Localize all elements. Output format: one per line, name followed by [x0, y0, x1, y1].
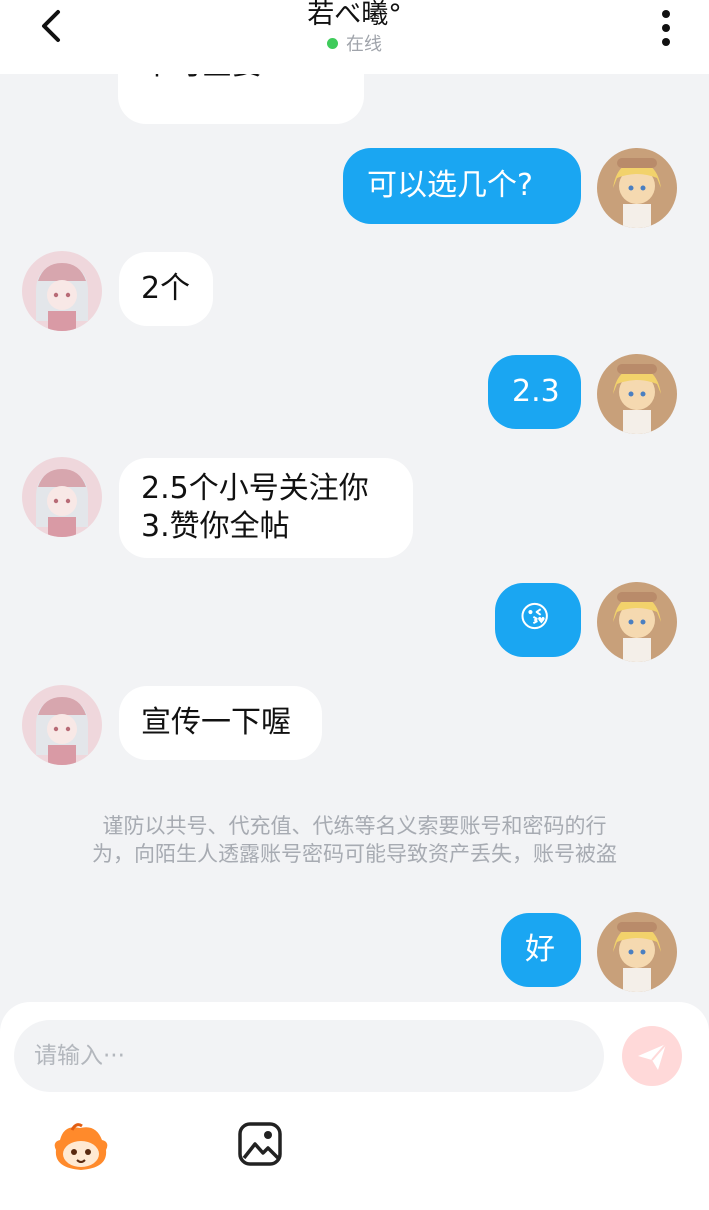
safety-notice: 谨防以共号、代充值、代练等名义索要账号和密码的行 为，向陌生人透露账号密码可能导… — [40, 812, 669, 868]
message-text: 不可全要 — [142, 74, 262, 84]
message-text: 2.3 — [512, 374, 560, 409]
avatar-self[interactable] — [597, 912, 677, 992]
message-bubble-incoming[interactable]: 不可全要 — [118, 74, 364, 124]
avatar-contact[interactable] — [22, 457, 102, 537]
avatar-contact[interactable] — [22, 251, 102, 331]
chat-header: 若べ曦° 在线 — [0, 0, 709, 74]
avatar-self[interactable] — [597, 354, 677, 434]
sticker-button[interactable] — [50, 1120, 112, 1176]
image-button[interactable] — [236, 1120, 298, 1176]
message-text-line: 3.赞你全帖 — [141, 509, 290, 544]
message-text-line: 2.5个小号关注你 — [141, 471, 369, 506]
avatar-contact[interactable] — [22, 685, 102, 765]
more-vertical-icon — [662, 10, 670, 46]
message-text: 宣传一下喔 — [141, 705, 291, 740]
online-status: 在线 — [0, 34, 709, 56]
online-status-label: 在线 — [346, 34, 382, 55]
message-text: 好 — [525, 932, 555, 967]
message-bubble-outgoing[interactable]: 2.3 — [488, 355, 581, 429]
message-bubble-outgoing[interactable]: 😘 — [495, 583, 581, 657]
mascot-sticker-icon — [54, 1123, 108, 1170]
safety-notice-line: 谨防以共号、代充值、代练等名义索要账号和密码的行 — [102, 814, 607, 838]
message-input[interactable] — [14, 1020, 604, 1092]
message-text: 可以选几个? — [367, 168, 533, 203]
send-button[interactable] — [622, 1026, 682, 1086]
safety-notice-line: 为，向陌生人透露账号密码可能导致资产丢失，账号被盗 — [92, 842, 617, 866]
emoji-kiss-icon: 😘 — [519, 600, 551, 635]
paper-plane-icon — [638, 1043, 667, 1070]
message-bubble-outgoing[interactable]: 可以选几个? — [343, 148, 581, 224]
message-composer — [0, 1002, 709, 1210]
avatar-self[interactable] — [597, 148, 677, 228]
online-dot-icon — [327, 38, 338, 49]
message-bubble-incoming[interactable]: 2个 — [119, 252, 213, 326]
avatar-self[interactable] — [597, 582, 677, 662]
message-bubble-incoming[interactable]: 宣传一下喔 — [119, 686, 322, 760]
message-list[interactable]: 不可全要 可以选几个? 2个 2.3 — [0, 74, 709, 1004]
message-bubble-incoming[interactable]: 2.5个小号关注你 3.赞你全帖 — [119, 458, 413, 558]
image-picker-icon — [238, 1122, 282, 1166]
more-options-button[interactable] — [650, 8, 682, 48]
contact-name[interactable]: 若べ曦° — [0, 0, 709, 30]
message-text: 2个 — [141, 271, 191, 306]
message-bubble-outgoing[interactable]: 好 — [501, 913, 581, 987]
